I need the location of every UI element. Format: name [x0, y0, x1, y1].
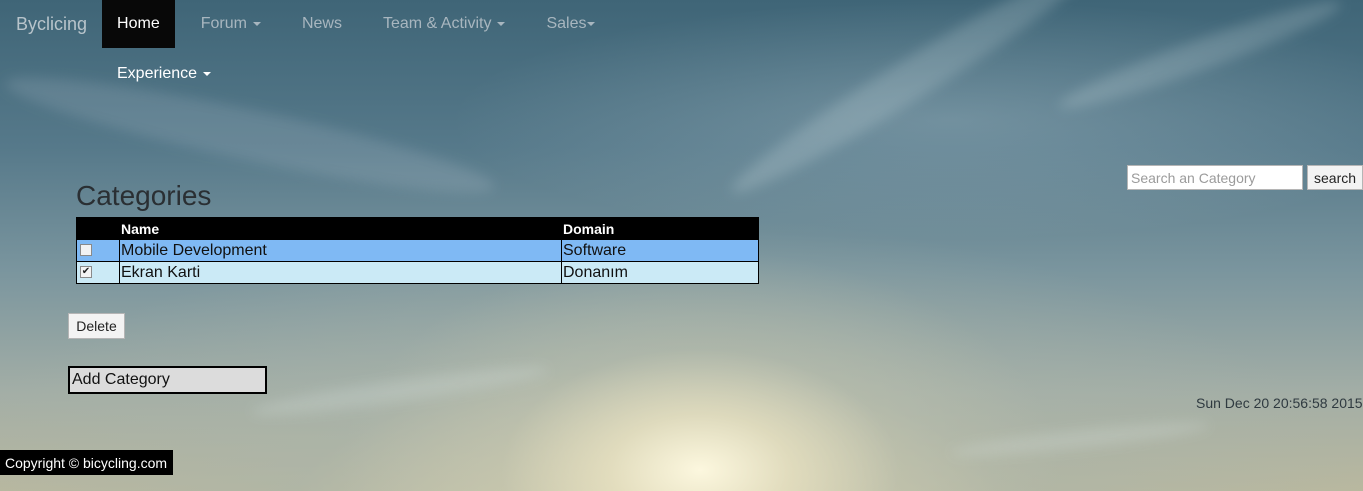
nav-item-team-activity[interactable]: Team & Activity	[368, 0, 520, 48]
nav-item-sales[interactable]: Sales	[531, 0, 610, 48]
category-name-cell: Ekran Karti	[119, 261, 562, 284]
column-header-name: Name	[119, 217, 562, 240]
page-title: Categories	[76, 180, 212, 211]
category-name-cell: Mobile Development	[119, 239, 562, 262]
current-datetime: Sun Dec 20 20:56:58 2015	[1196, 395, 1363, 411]
add-category-button[interactable]: Add Category	[68, 366, 267, 394]
search-button[interactable]: search	[1307, 165, 1363, 190]
column-header-select	[76, 217, 120, 240]
background-cloud	[949, 416, 1211, 462]
top-navbar: Byclicing Home Forum News Team & Activit…	[0, 0, 610, 48]
brand-link[interactable]: Byclicing	[0, 0, 102, 48]
nav-item-label: Experience	[117, 65, 198, 82]
caret-down-icon	[497, 22, 506, 26]
column-header-domain: Domain	[561, 217, 759, 240]
footer-copyright: Copyright © bicycling.com	[0, 450, 174, 475]
row-checkbox[interactable]	[80, 244, 92, 257]
search-input[interactable]	[1127, 165, 1303, 190]
table-header-row: Name Domain	[76, 217, 759, 240]
delete-button[interactable]: Delete	[68, 313, 125, 339]
nav-item-label: News	[301, 15, 342, 32]
nav-item-label: Home	[117, 15, 160, 32]
categories-table: Name Domain Mobile Development Software …	[76, 217, 759, 284]
background-cloud	[249, 359, 551, 423]
category-domain-cell: Software	[561, 239, 759, 262]
row-checkbox-cell: ✔	[76, 261, 120, 284]
background-cloud	[721, 0, 1099, 209]
nav-item-home[interactable]: Home	[102, 0, 175, 48]
row-checkbox[interactable]: ✔	[80, 266, 92, 279]
caret-down-icon	[587, 22, 596, 26]
background-cloud	[1053, 0, 1347, 121]
caret-down-icon	[203, 72, 212, 76]
nav-item-experience[interactable]: Experience	[102, 50, 226, 98]
table-row[interactable]: Mobile Development Software	[76, 239, 759, 262]
nav-item-label: Forum	[200, 15, 247, 32]
nav-item-news[interactable]: News	[287, 0, 357, 48]
checkmark-icon: ✔	[81, 266, 91, 278]
table-row[interactable]: ✔ Ekran Karti Donanım	[76, 261, 759, 284]
category-domain-cell: Donanım	[561, 261, 759, 284]
nav-item-label: Team & Activity	[382, 15, 492, 32]
caret-down-icon	[252, 22, 261, 26]
row-checkbox-cell	[76, 239, 120, 262]
nav-item-forum[interactable]: Forum	[186, 0, 276, 48]
nav-item-label: Sales	[546, 15, 587, 32]
